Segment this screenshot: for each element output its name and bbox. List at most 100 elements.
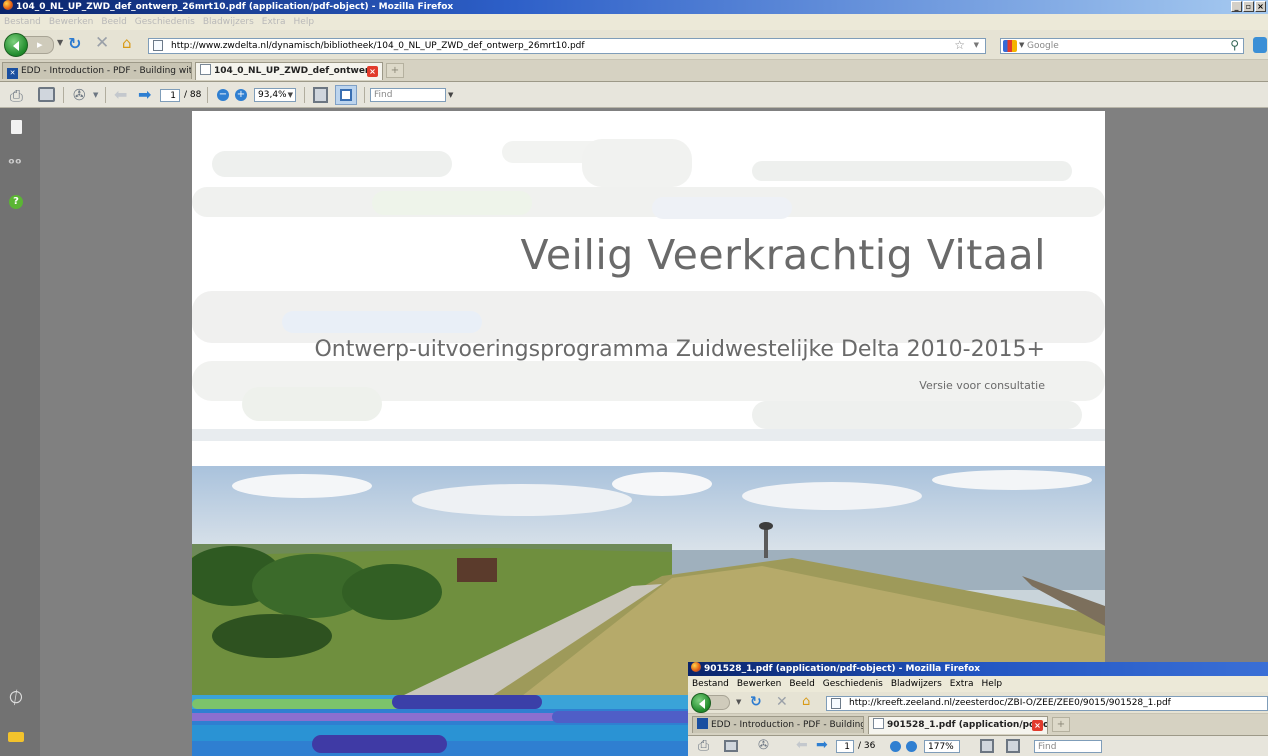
fit-page-icon[interactable]: [1006, 739, 1020, 753]
page-total: / 88: [184, 90, 202, 100]
tab-pdf-document[interactable]: 901528_1.pdf (application/pdf-o... ×: [868, 716, 1048, 734]
search-box[interactable]: ▼ Google ⚲: [1000, 38, 1244, 54]
menu-help[interactable]: Help: [294, 17, 315, 27]
document-version-note: Versie voor consultatie: [919, 379, 1045, 392]
toolbar-addon-icon[interactable]: [1253, 37, 1267, 53]
menu-geschiedenis[interactable]: Geschiedenis: [135, 17, 195, 27]
menu-geschiedenis[interactable]: Geschiedenis: [823, 679, 883, 689]
window2-title-bar[interactable]: 901528_1.pdf (application/pdf-object) - …: [688, 662, 1268, 676]
window-controls: _ ▫ ×: [1231, 1, 1266, 12]
tools-icon[interactable]: ✇: [758, 738, 769, 753]
tab-pdf-document[interactable]: 104_0_NL_UP_ZWD_def_ontwer... ×: [195, 62, 383, 80]
menu-bestand[interactable]: Bestand: [4, 17, 41, 27]
home-icon[interactable]: ⌂: [802, 695, 810, 708]
search-input[interactable]: Google: [1027, 39, 1059, 53]
menu-bewerken[interactable]: Bewerken: [737, 679, 781, 689]
star-icon[interactable]: ☆: [954, 39, 965, 51]
save-icon[interactable]: [724, 740, 738, 752]
page-icon: [831, 698, 841, 709]
pdf-page: Veilig Veerkrachtig Vitaal Ontwerp-uitvo…: [192, 111, 1105, 756]
tab-close-icon[interactable]: ×: [367, 66, 378, 77]
search-icon[interactable]: ⚲: [1230, 39, 1239, 51]
document-title: Veilig Veerkrachtig Vitaal: [520, 231, 1046, 279]
zoom-select[interactable]: 177%: [924, 740, 960, 753]
page-number-input[interactable]: 1: [160, 89, 180, 102]
stop-icon[interactable]: ✕: [95, 35, 109, 52]
page-number-input[interactable]: 1: [836, 740, 854, 753]
comments-icon[interactable]: [8, 732, 24, 742]
next-page-icon[interactable]: ➡: [816, 737, 828, 753]
firefox-icon: [3, 0, 13, 10]
menu-beeld[interactable]: Beeld: [101, 17, 126, 27]
edd-favicon-icon: ✕: [7, 68, 18, 79]
tab-bar: ✕ EDD - Introduction - PDF - Building wit…: [0, 60, 1268, 82]
second-browser-window[interactable]: 901528_1.pdf (application/pdf-object) - …: [688, 662, 1268, 756]
stop-icon[interactable]: ✕: [776, 695, 788, 709]
tools-icon[interactable]: ✇: [73, 86, 86, 104]
find-input[interactable]: Find: [1034, 740, 1102, 753]
menu-extra[interactable]: Extra: [950, 679, 974, 689]
pdf-toolbar: ⎙ ✇ ▼ ⬅ ➡ 1 / 88 − + 93,4% ▼ Find ▼: [0, 82, 1268, 108]
menu-extra[interactable]: Extra: [262, 17, 286, 27]
window-title: 104_0_NL_UP_ZWD_def_ontwerp_26mrt10.pdf …: [16, 2, 454, 12]
fit-width-icon[interactable]: [980, 739, 994, 753]
forward-arrow-icon: ▸: [37, 38, 43, 51]
window-title-bar[interactable]: 104_0_NL_UP_ZWD_def_ontwerp_26mrt10.pdf …: [0, 0, 1268, 14]
menu-bewerken[interactable]: Bewerken: [49, 17, 93, 27]
menu-help[interactable]: Help: [982, 679, 1003, 689]
pages-panel-icon[interactable]: [11, 120, 22, 134]
zoom-in-icon[interactable]: [906, 741, 917, 752]
tools-dropdown-icon[interactable]: ▼: [93, 91, 98, 99]
zoom-select[interactable]: 93,4% ▼: [254, 88, 296, 102]
firefox-icon: [691, 662, 701, 672]
url-text: http://kreeft.zeeland.nl/zeesterdoc/ZBI-…: [849, 698, 1171, 708]
binoculars-icon[interactable]: ᵒᵒ: [8, 156, 22, 172]
menu-bladwijzers[interactable]: Bladwijzers: [203, 17, 254, 27]
tab-edd-introduction[interactable]: EDD - Introduction - PDF - Building with…: [692, 716, 864, 733]
home-icon[interactable]: ⌂: [122, 36, 132, 51]
prev-page-icon[interactable]: ⬅: [114, 85, 127, 104]
minimize-button[interactable]: _: [1231, 1, 1242, 12]
print-icon[interactable]: ⎙: [698, 738, 709, 754]
url-text: http://www.zwdelta.nl/dynamisch/biblioth…: [171, 41, 585, 51]
menu-bladwijzers[interactable]: Bladwijzers: [891, 679, 942, 689]
zoom-in-icon[interactable]: +: [235, 89, 247, 101]
fit-page-icon: [340, 89, 352, 101]
help-icon[interactable]: ?: [9, 195, 23, 209]
menu-bestand[interactable]: Bestand: [692, 679, 729, 689]
window2-menu-bar: Bestand Bewerken Beeld Geschiedenis Bladwijz…: [688, 676, 1268, 692]
zoom-out-icon[interactable]: −: [217, 89, 229, 101]
engine-dropdown-icon[interactable]: ▼: [1019, 42, 1024, 49]
attachment-icon[interactable]: ∅: [5, 686, 28, 711]
close-button[interactable]: ×: [1255, 1, 1266, 12]
history-dropdown-icon[interactable]: ▼: [736, 699, 741, 706]
maximize-button[interactable]: ▫: [1243, 1, 1254, 12]
edd-favicon-icon: [697, 718, 708, 729]
find-dropdown-icon[interactable]: ▼: [448, 91, 453, 99]
reload-icon[interactable]: ↻: [68, 36, 81, 52]
reload-icon[interactable]: ↻: [750, 695, 762, 709]
zoom-out-icon[interactable]: [890, 741, 901, 752]
back-button[interactable]: [691, 693, 711, 713]
next-page-icon[interactable]: ➡: [138, 85, 151, 104]
tab-close-icon[interactable]: ×: [1032, 720, 1043, 731]
url-bar[interactable]: http://www.zwdelta.nl/dynamisch/biblioth…: [148, 38, 986, 54]
menu-bar: Bestand Bewerken Beeld Geschiedenis Bladwijz…: [0, 14, 1268, 30]
url-dropdown-icon[interactable]: ▼: [974, 42, 979, 49]
find-input[interactable]: Find: [370, 88, 446, 102]
window2-tab-bar: EDD - Introduction - PDF - Building with…: [688, 714, 1268, 736]
print-icon[interactable]: ⎙: [10, 86, 23, 106]
history-dropdown-icon[interactable]: ▼: [57, 39, 63, 47]
save-icon[interactable]: [38, 87, 55, 102]
google-icon[interactable]: [1003, 40, 1017, 52]
tab-edd-introduction[interactable]: ✕ EDD - Introduction - PDF - Building wit…: [2, 62, 192, 79]
prev-page-icon[interactable]: ⬅: [796, 737, 808, 753]
fit-page-button[interactable]: [335, 85, 357, 105]
menu-beeld[interactable]: Beeld: [789, 679, 814, 689]
new-tab-button[interactable]: +: [386, 63, 404, 78]
new-tab-button[interactable]: +: [1052, 717, 1070, 732]
window2-url-bar[interactable]: http://kreeft.zeeland.nl/zeesterdoc/ZBI-…: [826, 696, 1268, 711]
fit-width-icon[interactable]: [313, 87, 328, 103]
back-button[interactable]: [4, 33, 28, 57]
page-total: / 36: [858, 741, 876, 751]
